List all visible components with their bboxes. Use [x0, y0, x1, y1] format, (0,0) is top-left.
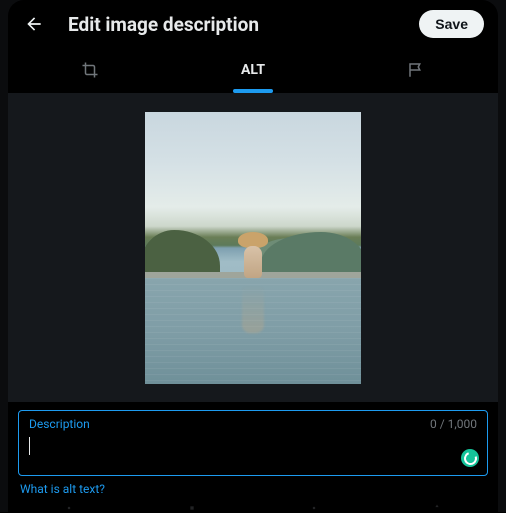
image-preview-area	[8, 93, 498, 402]
modal-header: Edit image description Save	[8, 0, 498, 48]
arrow-left-icon	[24, 14, 44, 34]
image-preview	[145, 112, 361, 384]
alt-text-help-link[interactable]: What is alt text?	[20, 482, 105, 496]
grammarly-icon[interactable]	[461, 449, 479, 467]
bottom-nav	[8, 502, 498, 512]
character-counter: 0 / 1,000	[430, 417, 477, 431]
back-button[interactable]	[22, 12, 46, 36]
description-input[interactable]	[29, 435, 477, 457]
crop-icon	[81, 61, 99, 79]
description-section: Description 0 / 1,000 What is alt text?	[8, 402, 498, 502]
edit-image-modal: Edit image description Save ALT Descript…	[8, 0, 498, 512]
description-field-wrapper[interactable]: Description 0 / 1,000	[18, 410, 488, 476]
save-button[interactable]: Save	[419, 10, 484, 38]
tab-bar: ALT	[8, 48, 498, 93]
text-cursor	[29, 437, 30, 455]
tab-alt[interactable]: ALT	[171, 48, 334, 92]
description-label: Description	[29, 417, 90, 431]
modal-title: Edit image description	[68, 13, 397, 36]
tab-alt-label: ALT	[241, 62, 265, 78]
flag-icon	[407, 61, 425, 79]
tab-crop[interactable]	[8, 48, 171, 92]
tab-tag[interactable]	[335, 48, 498, 92]
